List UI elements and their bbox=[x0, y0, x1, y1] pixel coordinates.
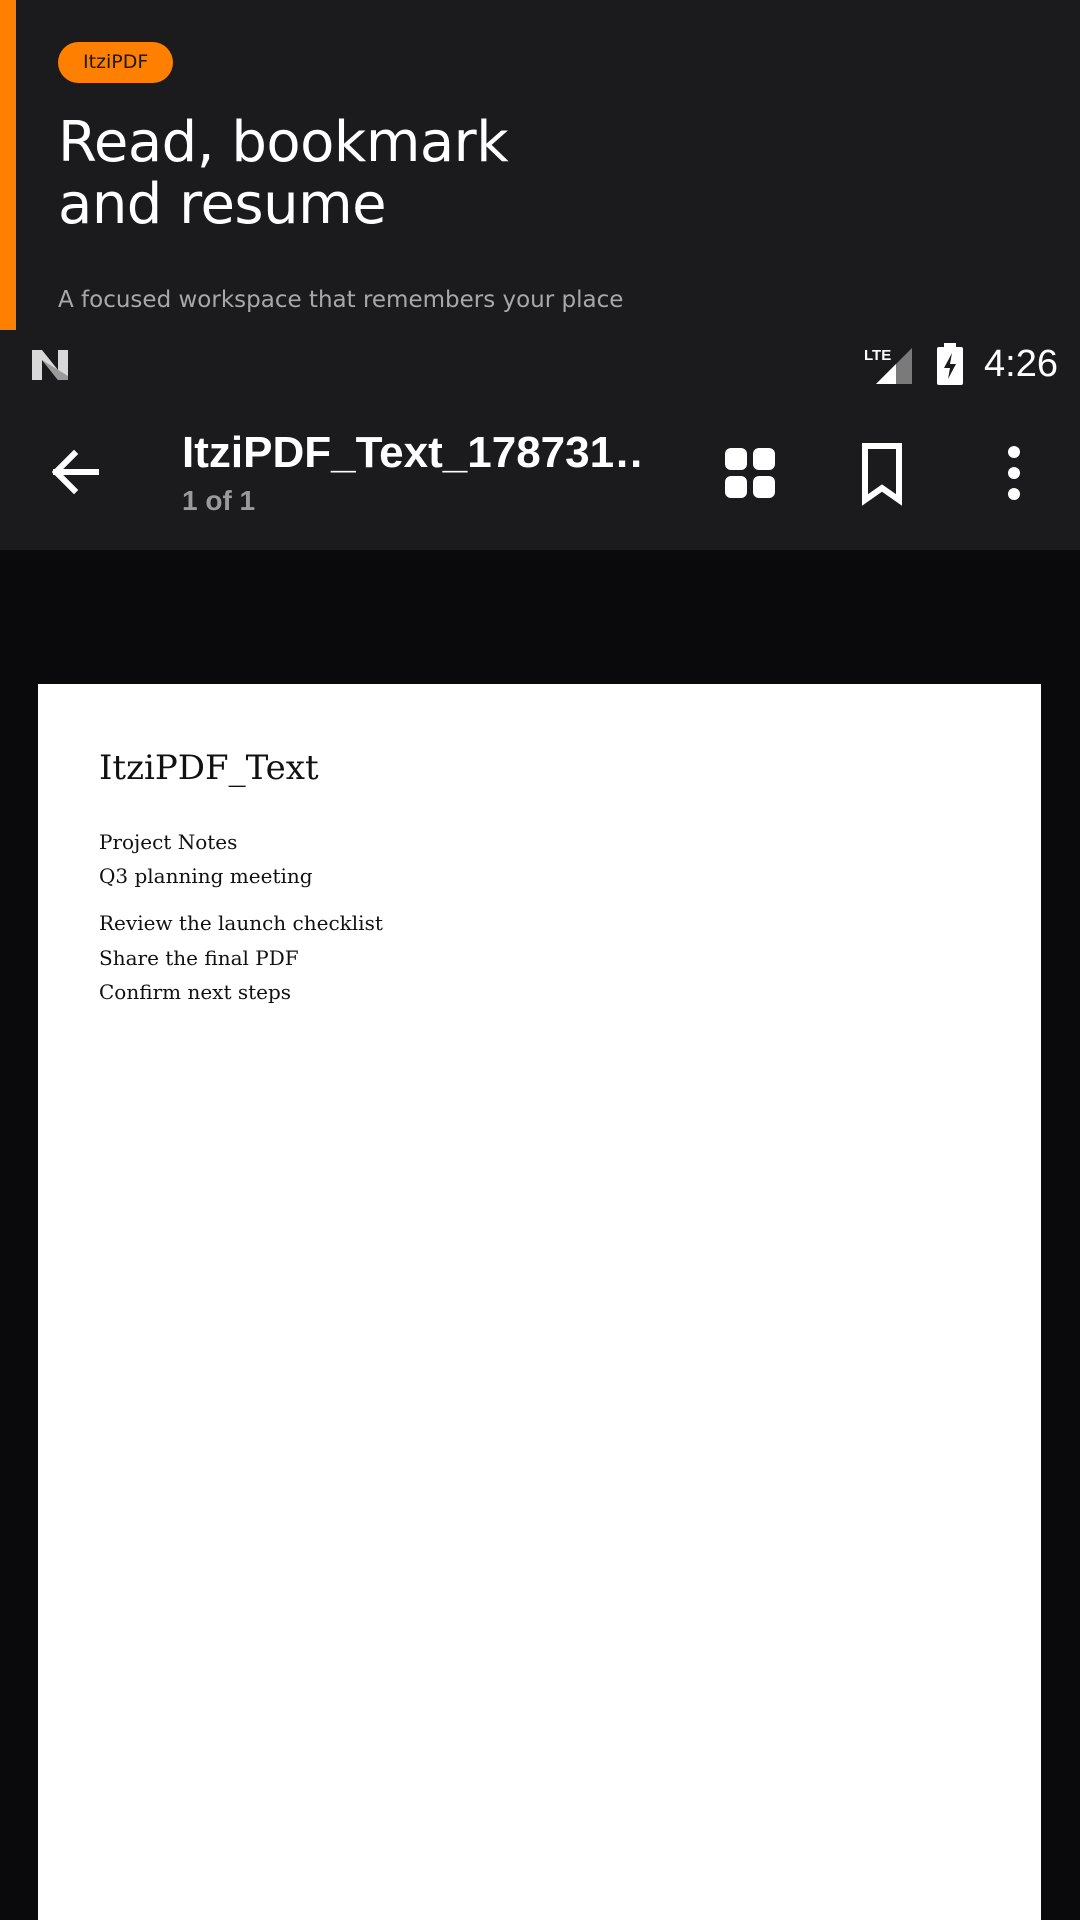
page-text-line: Review the launch checklist bbox=[99, 911, 383, 935]
page-text-line: Confirm next steps bbox=[99, 980, 292, 1004]
promo-headline-line-2: and resume bbox=[58, 172, 387, 237]
lte-label: LTE bbox=[864, 347, 891, 364]
brand-badge: ItziPDF bbox=[58, 42, 174, 83]
grid-view-icon[interactable] bbox=[715, 438, 785, 508]
status-clock: 4:26 bbox=[984, 343, 1058, 385]
page-text-line: Q3 planning meeting bbox=[99, 864, 313, 888]
viewer-toolbar: ItziPDF_Text_178731… 1 of 1 bbox=[0, 396, 1080, 550]
page-heading: ItziPDF_Text bbox=[99, 748, 319, 788]
document-title: ItziPDF_Text_178731… bbox=[182, 428, 642, 477]
bookmark-icon[interactable] bbox=[847, 438, 917, 508]
promo-headline-line-1: Read, bookmark bbox=[58, 110, 509, 175]
status-bar: LTE 4:26 bbox=[0, 330, 1080, 396]
back-arrow-icon[interactable] bbox=[40, 436, 112, 508]
promo-banner: ItziPDF Read, bookmark and resume A focu… bbox=[0, 0, 1080, 330]
page-text-line: Share the final PDF bbox=[99, 946, 299, 970]
battery-charging-icon bbox=[937, 343, 963, 385]
accent-bar bbox=[0, 0, 16, 330]
promo-headline: Read, bookmark and resume bbox=[58, 112, 758, 236]
document-viewport[interactable]: ItziPDF_Text Project Notes Q3 planning m… bbox=[0, 550, 1080, 1920]
more-vert-icon[interactable] bbox=[979, 438, 1049, 508]
page-text-line: Project Notes bbox=[99, 830, 238, 854]
lte-signal-icon: LTE bbox=[864, 347, 912, 384]
pdf-page[interactable]: ItziPDF_Text Project Notes Q3 planning m… bbox=[38, 684, 1041, 1920]
promo-subline: A focused workspace that remembers your … bbox=[58, 287, 624, 313]
n-logo-icon bbox=[32, 350, 68, 380]
page-indicator: 1 of 1 bbox=[182, 485, 256, 516]
